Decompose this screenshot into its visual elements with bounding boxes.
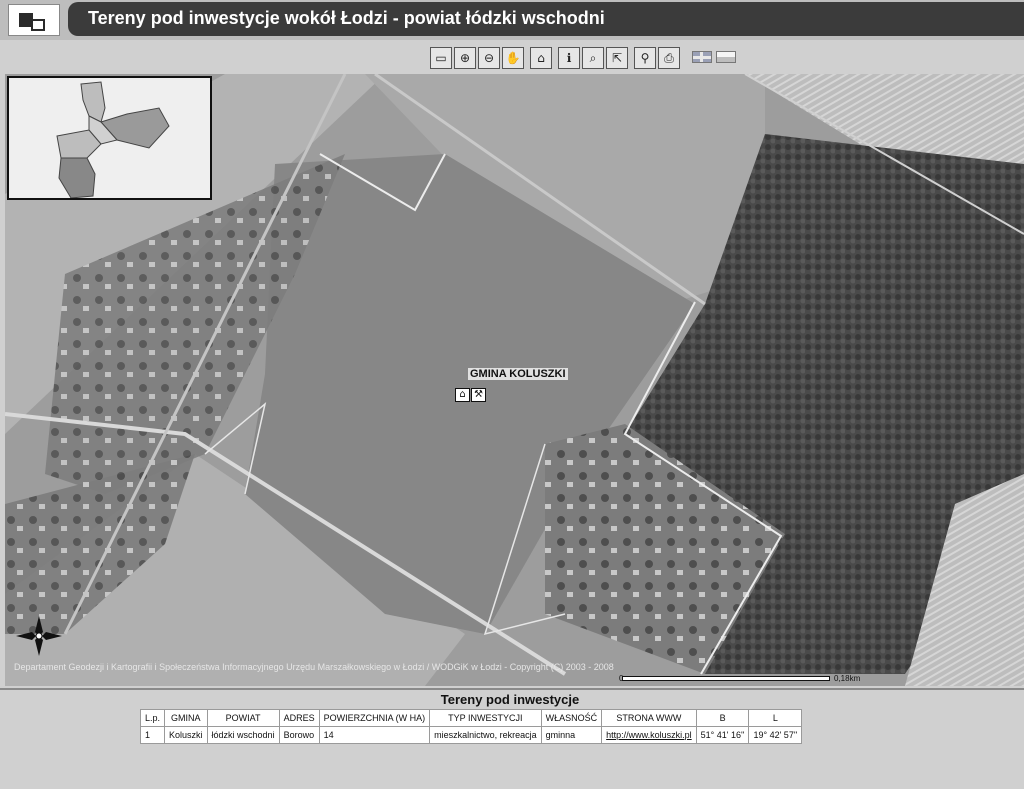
table-cell: 19° 42' 57''	[748, 726, 803, 744]
column-header: L	[748, 709, 803, 727]
overview-map[interactable]	[7, 76, 212, 200]
table-cell: łódzki wschodni	[206, 726, 280, 744]
table-cell: http://www.koluszki.pl	[601, 726, 697, 744]
column-header: B	[695, 709, 750, 727]
column-header: ADRES	[278, 709, 320, 727]
column-header: TYP INWESTYCJI	[429, 709, 542, 727]
website-link[interactable]: http://www.koluszki.pl	[606, 730, 692, 740]
table-cell: 1	[139, 726, 166, 744]
column-header: POWIAT	[206, 709, 280, 727]
table-row: 1 Koluszki łódzki wschodni Borowo 14 mieszkal…	[139, 726, 803, 744]
table-cell: mieszkalnictwo, rekreacja	[429, 726, 542, 744]
flag-en-icon[interactable]	[692, 51, 712, 63]
table-cell: 14	[318, 726, 431, 744]
flag-pl-icon[interactable]	[716, 51, 736, 63]
title-bar: Tereny pod inwestycje wokół Łodzi - powi…	[68, 2, 1024, 36]
app-logo	[8, 4, 60, 36]
table-cell: Borowo	[278, 726, 320, 744]
map-toolbar: ▭ ⊕ ⊖ ✋ ⌂ ℹ ⌕ ⇱ ⚲ ⎙	[430, 47, 680, 69]
scale-bar	[622, 676, 830, 681]
column-header: GMINA	[164, 709, 208, 727]
gmina-label: GMINA KOLUSZKI	[468, 368, 568, 380]
table-cell: Koluszki	[164, 726, 208, 744]
column-header: WŁASNOŚĆ	[540, 709, 603, 727]
header: Tereny pod inwestycje wokół Łodzi - powi…	[0, 0, 1024, 40]
house-icon[interactable]: ⌂	[455, 388, 470, 402]
info-icon[interactable]: ℹ	[558, 47, 580, 69]
scale-end-label: 0,18km	[834, 674, 861, 683]
powiat-outline	[56, 81, 170, 199]
column-header: STRONA WWW	[601, 709, 697, 727]
table-cell: 51° 41' 16''	[695, 726, 750, 744]
print-icon[interactable]: ⎙	[658, 47, 680, 69]
page-title: Tereny pod inwestycje wokół Łodzi - powi…	[88, 8, 605, 28]
pan-hand-icon[interactable]: ✋	[502, 47, 524, 69]
language-switcher	[692, 51, 736, 63]
app-window: Tereny pod inwestycje wokół Łodzi - powi…	[0, 0, 1024, 789]
investment-table: L.p. GMINA POWIAT ADRES POWIERZCHNIA (W HA) T…	[139, 709, 803, 744]
zoom-in-icon[interactable]: ⊕	[454, 47, 476, 69]
column-header: POWIERZCHNIA (W HA)	[318, 709, 431, 727]
factory-icon[interactable]: ⚒	[471, 388, 486, 402]
zoom-out-icon[interactable]: ⊖	[478, 47, 500, 69]
map-copyright: Departament Geodezji i Kartografii i Spo…	[14, 662, 614, 672]
table-cell: gminna	[540, 726, 603, 744]
full-extent-icon[interactable]: ▭	[430, 47, 452, 69]
overview-icon[interactable]: ⌂	[530, 47, 552, 69]
table-body: 1 Koluszki łódzki wschodni Borowo 14 mieszkal…	[139, 726, 803, 744]
column-header: L.p.	[139, 709, 166, 727]
plot-marker[interactable]: ⌂ ⚒	[455, 388, 486, 402]
compass-rose-icon	[16, 616, 62, 656]
results-panel: Tereny pod inwestycje L.p. GMINA POWIAT ADR…	[0, 688, 1024, 789]
select-icon[interactable]: ⇱	[606, 47, 628, 69]
search-icon[interactable]: ⚲	[634, 47, 656, 69]
table-header-row: L.p. GMINA POWIAT ADRES POWIERZCHNIA (W HA) T…	[139, 709, 803, 727]
identify-icon[interactable]: ⌕	[582, 47, 604, 69]
table-title: Tereny pod inwestycje	[440, 692, 580, 707]
